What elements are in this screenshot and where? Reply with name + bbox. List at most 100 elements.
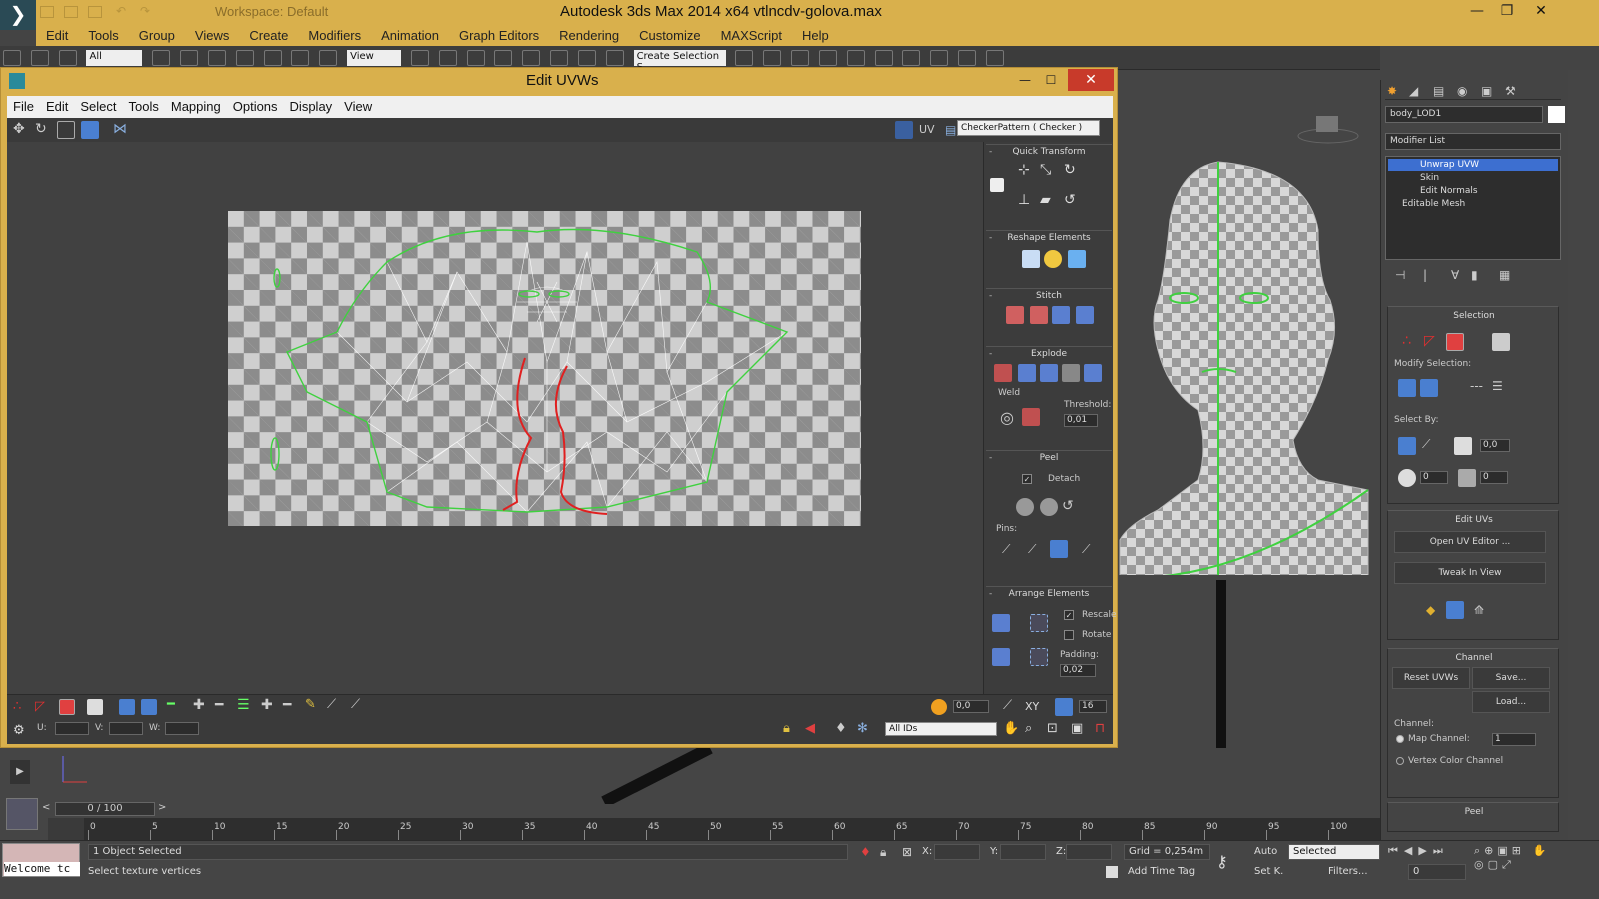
reset-uvws-button[interactable]: Reset UVWs xyxy=(1392,667,1470,689)
menu-customize[interactable]: Customize xyxy=(629,25,710,46)
redo-icon[interactable]: ↷ xyxy=(140,4,150,18)
key-filters-button[interactable]: Filters... xyxy=(1328,866,1368,877)
time-next-icon[interactable]: > xyxy=(158,802,170,816)
perspective-viewport[interactable] xyxy=(1118,70,1380,806)
move-icon[interactable] xyxy=(263,50,282,66)
rotate-90-ccw-icon[interactable]: ↺ xyxy=(1064,192,1076,208)
uv-close-button[interactable]: ✕ xyxy=(1068,69,1114,91)
uv-editor-canvas[interactable] xyxy=(7,142,983,694)
uv-menu-select[interactable]: Select xyxy=(74,96,122,118)
falloff-icon[interactable]: ⟋ xyxy=(1003,698,1012,713)
z-coord-field[interactable] xyxy=(1066,844,1112,860)
viewcube-icon[interactable] xyxy=(1316,116,1338,132)
edit-uvws-titlebar[interactable]: Edit UVWs — ☐ ✕ xyxy=(1,68,1117,94)
current-frame-field[interactable]: 0 xyxy=(1408,864,1466,880)
uv-ring-shrink-icon[interactable]: ━ xyxy=(283,697,291,713)
mirror-icon[interactable] xyxy=(735,50,754,66)
stack-item-skin[interactable]: Skin xyxy=(1388,172,1558,184)
key-filter-dropdown[interactable]: Selected xyxy=(1288,844,1380,860)
track-filter-icon[interactable] xyxy=(48,818,84,840)
uv-mirror-icon[interactable]: ⋈ xyxy=(113,121,127,137)
pivot-icon[interactable] xyxy=(410,50,429,66)
align-vertical-icon[interactable]: ⤡ xyxy=(1040,162,1051,178)
show-end-result-icon[interactable]: | xyxy=(1423,268,1427,282)
uv-menu-edit[interactable]: Edit xyxy=(40,96,74,118)
select-value-spinner-1[interactable]: 0 xyxy=(1420,471,1448,484)
menu-modifiers[interactable]: Modifiers xyxy=(298,25,371,46)
graphite-icon[interactable] xyxy=(818,50,837,66)
render-setup-icon[interactable] xyxy=(930,50,949,66)
zoom-extents-icon[interactable]: ▣ xyxy=(1071,721,1083,736)
polygon-mode-icon[interactable] xyxy=(1446,333,1464,351)
flatten-by-smoothing-icon[interactable] xyxy=(1062,364,1080,382)
edit-named-sel-icon[interactable] xyxy=(605,50,624,66)
quick-transform-header[interactable]: - Quick Transform xyxy=(986,144,1112,158)
y-coord-field[interactable] xyxy=(1000,844,1046,860)
uv-menu-options[interactable]: Options xyxy=(227,96,284,118)
detach-edge-icon[interactable] xyxy=(1018,364,1036,382)
edit-uvs-rollout-title[interactable]: Edit UVs xyxy=(1388,513,1560,527)
vertex-color-channel-radio[interactable] xyxy=(1396,757,1404,765)
point-to-point-icon[interactable]: ⟋ xyxy=(1422,437,1430,452)
auto-pin-icon[interactable] xyxy=(1050,540,1068,558)
planar-angle-icon[interactable] xyxy=(1454,437,1472,455)
uv-ring-grow-icon[interactable]: ✚ xyxy=(261,697,273,713)
uv-menu-display[interactable]: Display xyxy=(284,96,339,118)
select-by-smoothing-icon[interactable] xyxy=(1458,469,1476,487)
motion-tab-icon[interactable]: ◉ xyxy=(1457,84,1467,98)
freeze-icon[interactable]: ♦ xyxy=(835,721,847,736)
time-tag-icon[interactable] xyxy=(1106,866,1118,878)
stack-item-editable-mesh[interactable]: Editable Mesh xyxy=(1388,198,1558,210)
reset-peel-icon[interactable]: ↺ xyxy=(1062,498,1074,514)
uv-scale-icon[interactable] xyxy=(57,121,75,139)
named-selection-dropdown[interactable]: Create Selection S xyxy=(633,50,726,73)
planar-angle-spinner[interactable]: 0,0 xyxy=(1480,439,1510,452)
uv-move-icon[interactable]: ✥ xyxy=(13,121,25,137)
display-tab-icon[interactable]: ▣ xyxy=(1481,84,1492,98)
relax-settings-icon[interactable] xyxy=(1068,250,1086,268)
selection-lock-icon[interactable]: 🔒︎ xyxy=(880,845,886,860)
command-panel-scrollbar[interactable] xyxy=(1568,70,1599,840)
bind-space-warp-icon[interactable] xyxy=(58,50,77,66)
set-key-icon[interactable]: ⚷ xyxy=(1216,852,1228,871)
absolute-mode-icon[interactable]: ⊠ xyxy=(902,845,912,859)
workspace-selector[interactable]: Workspace: Default xyxy=(215,4,328,19)
track-bar[interactable]: 0 5 10 15 20 25 30 35 40 45 50 55 60 65 70 75 80 85 90 95 10… xyxy=(84,818,1380,840)
curve-editor-icon[interactable] xyxy=(846,50,865,66)
arrange-elements-header[interactable]: - Arrange Elements xyxy=(986,586,1112,600)
add-time-tag-button[interactable]: Add Time Tag xyxy=(1128,866,1195,877)
space-evenly-icon[interactable]: ▰ xyxy=(1040,192,1051,208)
stack-item-edit-normals[interactable]: Edit Normals xyxy=(1388,185,1558,197)
rotate-checkbox[interactable] xyxy=(1064,630,1074,640)
channel-rollout-title[interactable]: Channel xyxy=(1388,651,1560,665)
limit-icon[interactable] xyxy=(1055,698,1073,716)
open-file-icon[interactable] xyxy=(64,6,78,18)
stitch-settings-icon[interactable] xyxy=(1076,306,1094,324)
quick-planar-icon[interactable]: ◆ xyxy=(1426,603,1435,617)
material-id-dropdown[interactable]: All IDs xyxy=(885,722,997,736)
uv-loop-icon[interactable]: ━ xyxy=(167,697,175,712)
ref-coord-dropdown[interactable]: View xyxy=(347,50,402,66)
close-button[interactable]: ✕ xyxy=(1524,0,1558,22)
uv-loop-grow-icon[interactable]: ✚ xyxy=(193,697,205,713)
pack-together-icon[interactable] xyxy=(992,648,1010,666)
shrink-selection-icon[interactable] xyxy=(1420,379,1438,397)
rendered-frame-icon[interactable] xyxy=(958,50,977,66)
mini-curve-editor-icon[interactable] xyxy=(6,798,38,830)
v-spinner[interactable] xyxy=(109,722,143,735)
quick-map-gizmo-icon[interactable] xyxy=(1446,601,1464,619)
grid-spinner[interactable]: 16 xyxy=(1079,700,1107,713)
unpin-selected-icon[interactable]: ⟋ xyxy=(1028,542,1036,557)
angle-snap-icon[interactable] xyxy=(522,50,541,66)
undo-icon[interactable]: ↶ xyxy=(116,4,126,18)
spinner-snap-icon[interactable] xyxy=(577,50,596,66)
select-value-spinner-2[interactable]: 0 xyxy=(1480,471,1508,484)
menu-help[interactable]: Help xyxy=(792,25,839,46)
stitch-to-average-icon[interactable] xyxy=(1030,306,1048,324)
detach-checkbox[interactable]: ✓ xyxy=(1022,474,1032,484)
make-unique-icon[interactable]: ∀ xyxy=(1451,268,1459,282)
soft-selection-spinner[interactable]: 0,0 xyxy=(953,700,989,713)
stack-item-unwrap-uvw[interactable]: Unwrap UVW xyxy=(1388,159,1558,171)
element-mode-icon[interactable] xyxy=(1492,333,1510,351)
x-coord-field[interactable] xyxy=(934,844,980,860)
